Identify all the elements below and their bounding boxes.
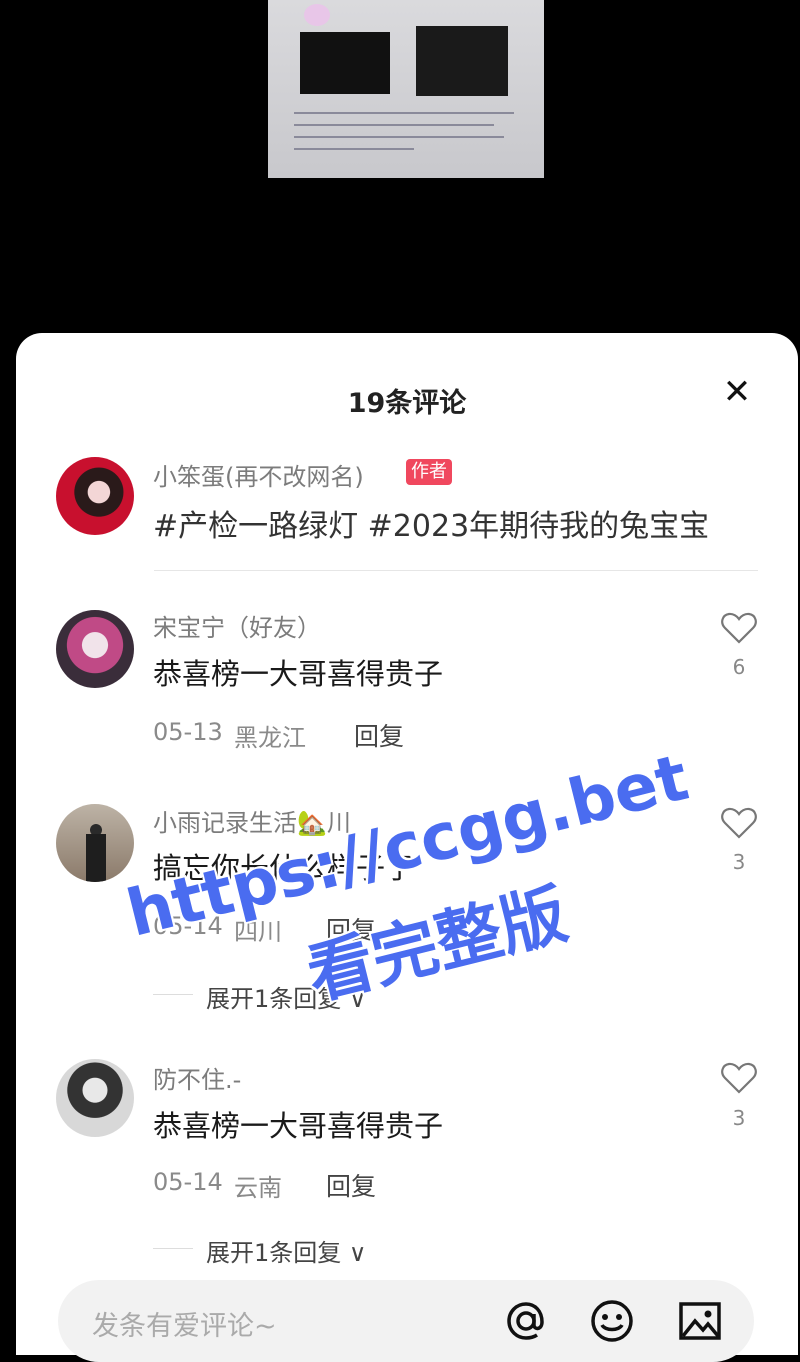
comments-title: 19条评论 (347, 388, 467, 419)
image-icon[interactable] (676, 1297, 724, 1345)
ultrasound-scan-left (300, 32, 390, 94)
like-count: 3 (732, 1106, 746, 1130)
smiley-icon[interactable] (588, 1297, 636, 1345)
author-badge: 作者 (406, 459, 452, 485)
expand-replies-button[interactable]: 展开1条回复 ∨ (206, 1233, 366, 1268)
comment-input[interactable]: 发条有爱评论~ (92, 1304, 277, 1343)
reply-button[interactable]: 回复 (326, 911, 376, 947)
comment-text: 恭喜榜一大哥喜得贵子 (153, 1109, 444, 1143)
divider (154, 570, 758, 571)
expand-divider (153, 994, 193, 995)
avatar[interactable] (56, 610, 134, 688)
comment-date: 05-13 (153, 718, 223, 746)
avatar-figure-body (86, 834, 106, 882)
at-icon[interactable] (502, 1297, 550, 1345)
reply-button[interactable]: 回复 (326, 1167, 376, 1203)
comment-location: 四川 (234, 918, 282, 946)
heart-outline-icon[interactable] (720, 806, 758, 840)
heart-outline-icon[interactable] (720, 1061, 758, 1095)
expand-replies-button[interactable]: 展开1条回复 ∨ (206, 979, 366, 1014)
comment-location: 黑龙江 (234, 724, 306, 752)
report-text-line (294, 148, 414, 150)
report-text-line (294, 112, 514, 114)
comment-input-bar[interactable]: 发条有爱评论~ (58, 1280, 754, 1362)
post-photo (268, 0, 544, 178)
comment-text: 搞忘你长什么样子了 (153, 851, 415, 885)
report-text-line (294, 136, 504, 138)
reply-button[interactable]: 回复 (354, 717, 404, 753)
avatar[interactable] (56, 804, 134, 882)
avatar[interactable] (56, 457, 134, 535)
comment-username[interactable]: 小雨记录生活🏡川 (153, 803, 351, 838)
author-post-text: #产检一路绿灯 #2023年期待我的兔宝宝 (153, 509, 710, 544)
avatar[interactable] (56, 1059, 134, 1137)
report-text-line (294, 124, 494, 126)
close-icon[interactable]: ✕ (720, 375, 754, 409)
heart-outline-icon[interactable] (720, 611, 758, 645)
like-count: 3 (732, 850, 746, 874)
comment-text: 恭喜榜一大哥喜得贵子 (153, 657, 444, 691)
comment-location: 云南 (234, 1174, 282, 1202)
expand-divider (153, 1248, 193, 1249)
author-username[interactable]: 小笨蛋(再不改网名) (153, 457, 364, 492)
comments-sheet: 19条评论 ✕ 小笨蛋(再不改网名) 作者 #产检一路绿灯 #2023年期待我的… (16, 333, 798, 1362)
like-count: 6 (732, 655, 746, 679)
comment-username[interactable]: 防不住.- (153, 1060, 241, 1095)
comment-date: 05-14 (153, 1168, 223, 1196)
sticker-decoration (304, 4, 330, 26)
comment-date: 05-14 (153, 912, 223, 940)
ultrasound-scan-right (416, 26, 508, 96)
comment-username[interactable]: 宋宝宁（好友） (153, 608, 321, 643)
